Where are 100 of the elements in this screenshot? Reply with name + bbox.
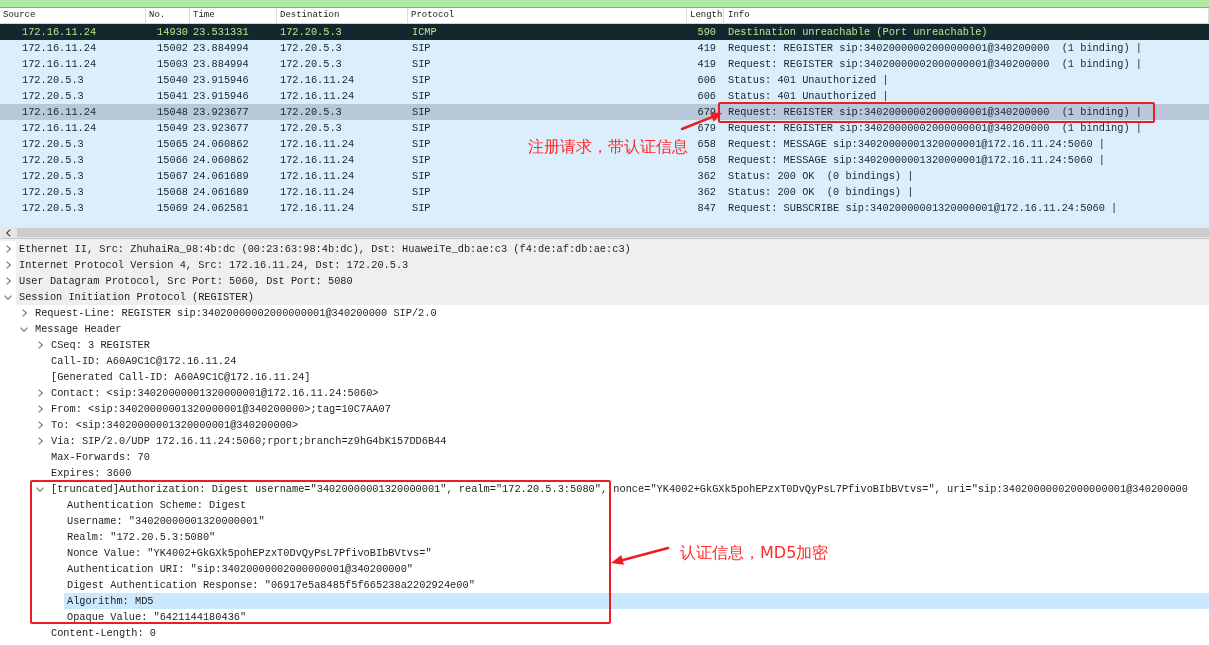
destination-address: 172.20.5.3 (280, 58, 342, 70)
destination-address: 172.20.5.3 (280, 122, 342, 134)
packet-length: 419 (697, 42, 716, 54)
packet-info: Request: REGISTER sip:34020000002000000001@340200000 (1 binding) | (728, 106, 1142, 118)
packet-row[interactable]: 172.16.11.24 14930 23.531331 172.20.5.3 ICMP 590 Destination unreachable (Port unreachable) (0, 24, 1209, 40)
chevron-right-icon[interactable] (5, 261, 11, 269)
source-address: 172.20.5.3 (22, 154, 84, 166)
tree-item[interactable]: From: <sip:34020000001320000001@340200000>;tag=10C7AA07 (48, 401, 391, 417)
packet-number: 15049 (157, 122, 188, 134)
packet-length: 419 (697, 58, 716, 70)
tree-item[interactable]: Username: "34020000001320000001" (64, 513, 265, 529)
column-header[interactable]: Time (190, 8, 277, 23)
timestamp: 23.915946 (193, 74, 249, 86)
tree-item[interactable]: Ethernet II, Src: ZhuhaiRa_98:4b:dc (00:23:63:98:4b:dc), Dst: HuaweiTe_db:ae:c3 (f4:de:af:db:ae:c3) (16, 241, 1209, 257)
tree-item[interactable]: User Datagram Protocol, Src Port: 5060, Dst Port: 5080 (16, 273, 1209, 289)
tree-item[interactable]: Message Header (32, 321, 122, 337)
column-header[interactable]: No. (146, 8, 190, 23)
protocol-name: SIP (412, 58, 431, 70)
tree-item[interactable]: Contact: <sip:34020000001320000001@172.16.11.24:5060> (48, 385, 379, 401)
destination-address: 172.16.11.24 (280, 202, 355, 214)
destination-address: 172.20.5.3 (280, 26, 342, 38)
annotation-arrow (680, 110, 724, 132)
tree-item[interactable]: Realm: "172.20.5.3:5080" (64, 529, 216, 545)
tree-item[interactable]: Authentication Scheme: Digest (64, 497, 247, 513)
chevron-down-icon[interactable] (4, 294, 12, 300)
destination-address: 172.20.5.3 (280, 42, 342, 54)
source-address: 172.20.5.3 (22, 90, 84, 102)
chevron-down-icon[interactable] (20, 326, 28, 332)
source-address: 172.16.11.24 (22, 26, 97, 38)
column-header[interactable]: Destination (277, 8, 408, 23)
tree-item[interactable]: Via: SIP/2.0/UDP 172.16.11.24:5060;rport;branch=z9hG4bK157DD6B44 (48, 433, 447, 449)
source-address: 172.20.5.3 (22, 202, 84, 214)
tree-item[interactable]: Content-Length: 0 (48, 625, 157, 641)
packet-info: Status: 401 Unauthorized | (728, 74, 889, 86)
chevron-right-icon[interactable] (37, 421, 43, 429)
packet-number: 15069 (157, 202, 188, 214)
protocol-name: SIP (412, 154, 431, 166)
packet-length: 679 (697, 122, 716, 134)
tree-item[interactable]: Digest Authentication Response: "06917e5a8485f5f665238a2202924e00" (64, 577, 475, 593)
tree-item[interactable]: Max-Forwards: 70 (48, 449, 150, 465)
packet-info: Status: 401 Unauthorized | (728, 90, 889, 102)
packet-number: 14930 (157, 26, 188, 38)
tree-item[interactable]: Authentication URI: "sip:34020000002000000001@340200000" (64, 561, 414, 577)
packet-number: 15067 (157, 170, 188, 182)
chevron-right-icon[interactable] (21, 309, 27, 317)
timestamp: 23.884994 (193, 58, 249, 70)
timestamp: 23.923677 (193, 122, 249, 134)
tree-item[interactable]: Request-Line: REGISTER sip:34020000002000000001@340200000 SIP/2.0 (32, 305, 437, 321)
tree-item[interactable]: Session Initiation Protocol (REGISTER) (16, 289, 1209, 305)
tree-item[interactable]: CSeq: 3 REGISTER (48, 337, 150, 353)
packet-length: 658 (697, 138, 716, 150)
tree-item[interactable]: Expires: 3600 (48, 465, 132, 481)
protocol-name: ICMP (412, 26, 437, 38)
tree-item[interactable]: To: <sip:34020000001320000001@340200000> (48, 417, 299, 433)
source-address: 172.16.11.24 (22, 42, 97, 54)
packet-length: 362 (697, 170, 716, 182)
protocol-name: SIP (412, 202, 431, 214)
packet-length: 606 (697, 90, 716, 102)
horizontal-scrollbar[interactable] (0, 227, 1209, 238)
timestamp: 23.531331 (193, 26, 249, 38)
protocol-name: SIP (412, 74, 431, 86)
source-address: 172.20.5.3 (22, 138, 84, 150)
tree-item[interactable]: Opaque Value: "6421144180436" (64, 609, 247, 625)
chevron-right-icon[interactable] (37, 389, 43, 397)
protocol-name: SIP (412, 42, 431, 54)
protocol-name: SIP (412, 90, 431, 102)
timestamp: 24.061689 (193, 186, 249, 198)
protocol-name: SIP (412, 138, 431, 150)
column-header[interactable]: Source (0, 8, 146, 23)
chevron-right-icon[interactable] (5, 245, 11, 253)
column-header[interactable]: Length (687, 8, 724, 23)
tree-item[interactable]: [truncated]Authorization: Digest username="34020000001320000001", realm="172.20.5.3:5080", nonce="YK4002+GkGXk5pohEPzxT0DvQyPsL7PfivoBIbBVtvs=", uri="sip:34020000002000000001@340200000 (48, 481, 1188, 497)
source-address: 172.20.5.3 (22, 186, 84, 198)
timestamp: 24.062581 (193, 202, 249, 214)
scrollbar-thumb[interactable] (17, 228, 1209, 237)
packet-number: 15065 (157, 138, 188, 150)
packet-info: Destination unreachable (Port unreachable) (728, 26, 988, 38)
timestamp: 23.884994 (193, 42, 249, 54)
chevron-right-icon[interactable] (37, 437, 43, 445)
tree-item[interactable]: Call-ID: A60A9C1C@172.16.11.24 (48, 353, 237, 369)
packet-number: 15003 (157, 58, 188, 70)
tree-item[interactable]: Nonce Value: "YK4002+GkGXk5pohEPzxT0DvQyPsL7PfivoBIbBVtvs=" (64, 545, 432, 561)
packet-info: Request: REGISTER sip:34020000002000000001@340200000 (1 binding) | (728, 58, 1142, 70)
chevron-right-icon[interactable] (37, 405, 43, 413)
protocol-name: SIP (412, 186, 431, 198)
chevron-right-icon[interactable] (5, 277, 11, 285)
tree-item[interactable]: Internet Protocol Version 4, Src: 172.16.11.24, Dst: 172.20.5.3 (16, 257, 1209, 273)
column-header[interactable]: Info (724, 8, 1209, 23)
tree-item[interactable]: Algorithm: MD5 (64, 593, 1209, 609)
source-address: 172.16.11.24 (22, 58, 97, 70)
destination-address: 172.16.11.24 (280, 90, 355, 102)
timestamp: 24.060862 (193, 138, 249, 150)
scroll-left-icon[interactable] (6, 228, 11, 237)
column-header[interactable]: Protocol (408, 8, 687, 23)
packet-info: Request: REGISTER sip:34020000002000000001@340200000 (1 binding) | (728, 122, 1142, 134)
tree-item[interactable]: [Generated Call-ID: A60A9C1C@172.16.11.24] (48, 369, 311, 385)
chevron-down-icon[interactable] (36, 486, 44, 492)
packet-number: 15066 (157, 154, 188, 166)
packet-info: Status: 200 OK (0 bindings) | (728, 186, 914, 198)
chevron-right-icon[interactable] (37, 341, 43, 349)
